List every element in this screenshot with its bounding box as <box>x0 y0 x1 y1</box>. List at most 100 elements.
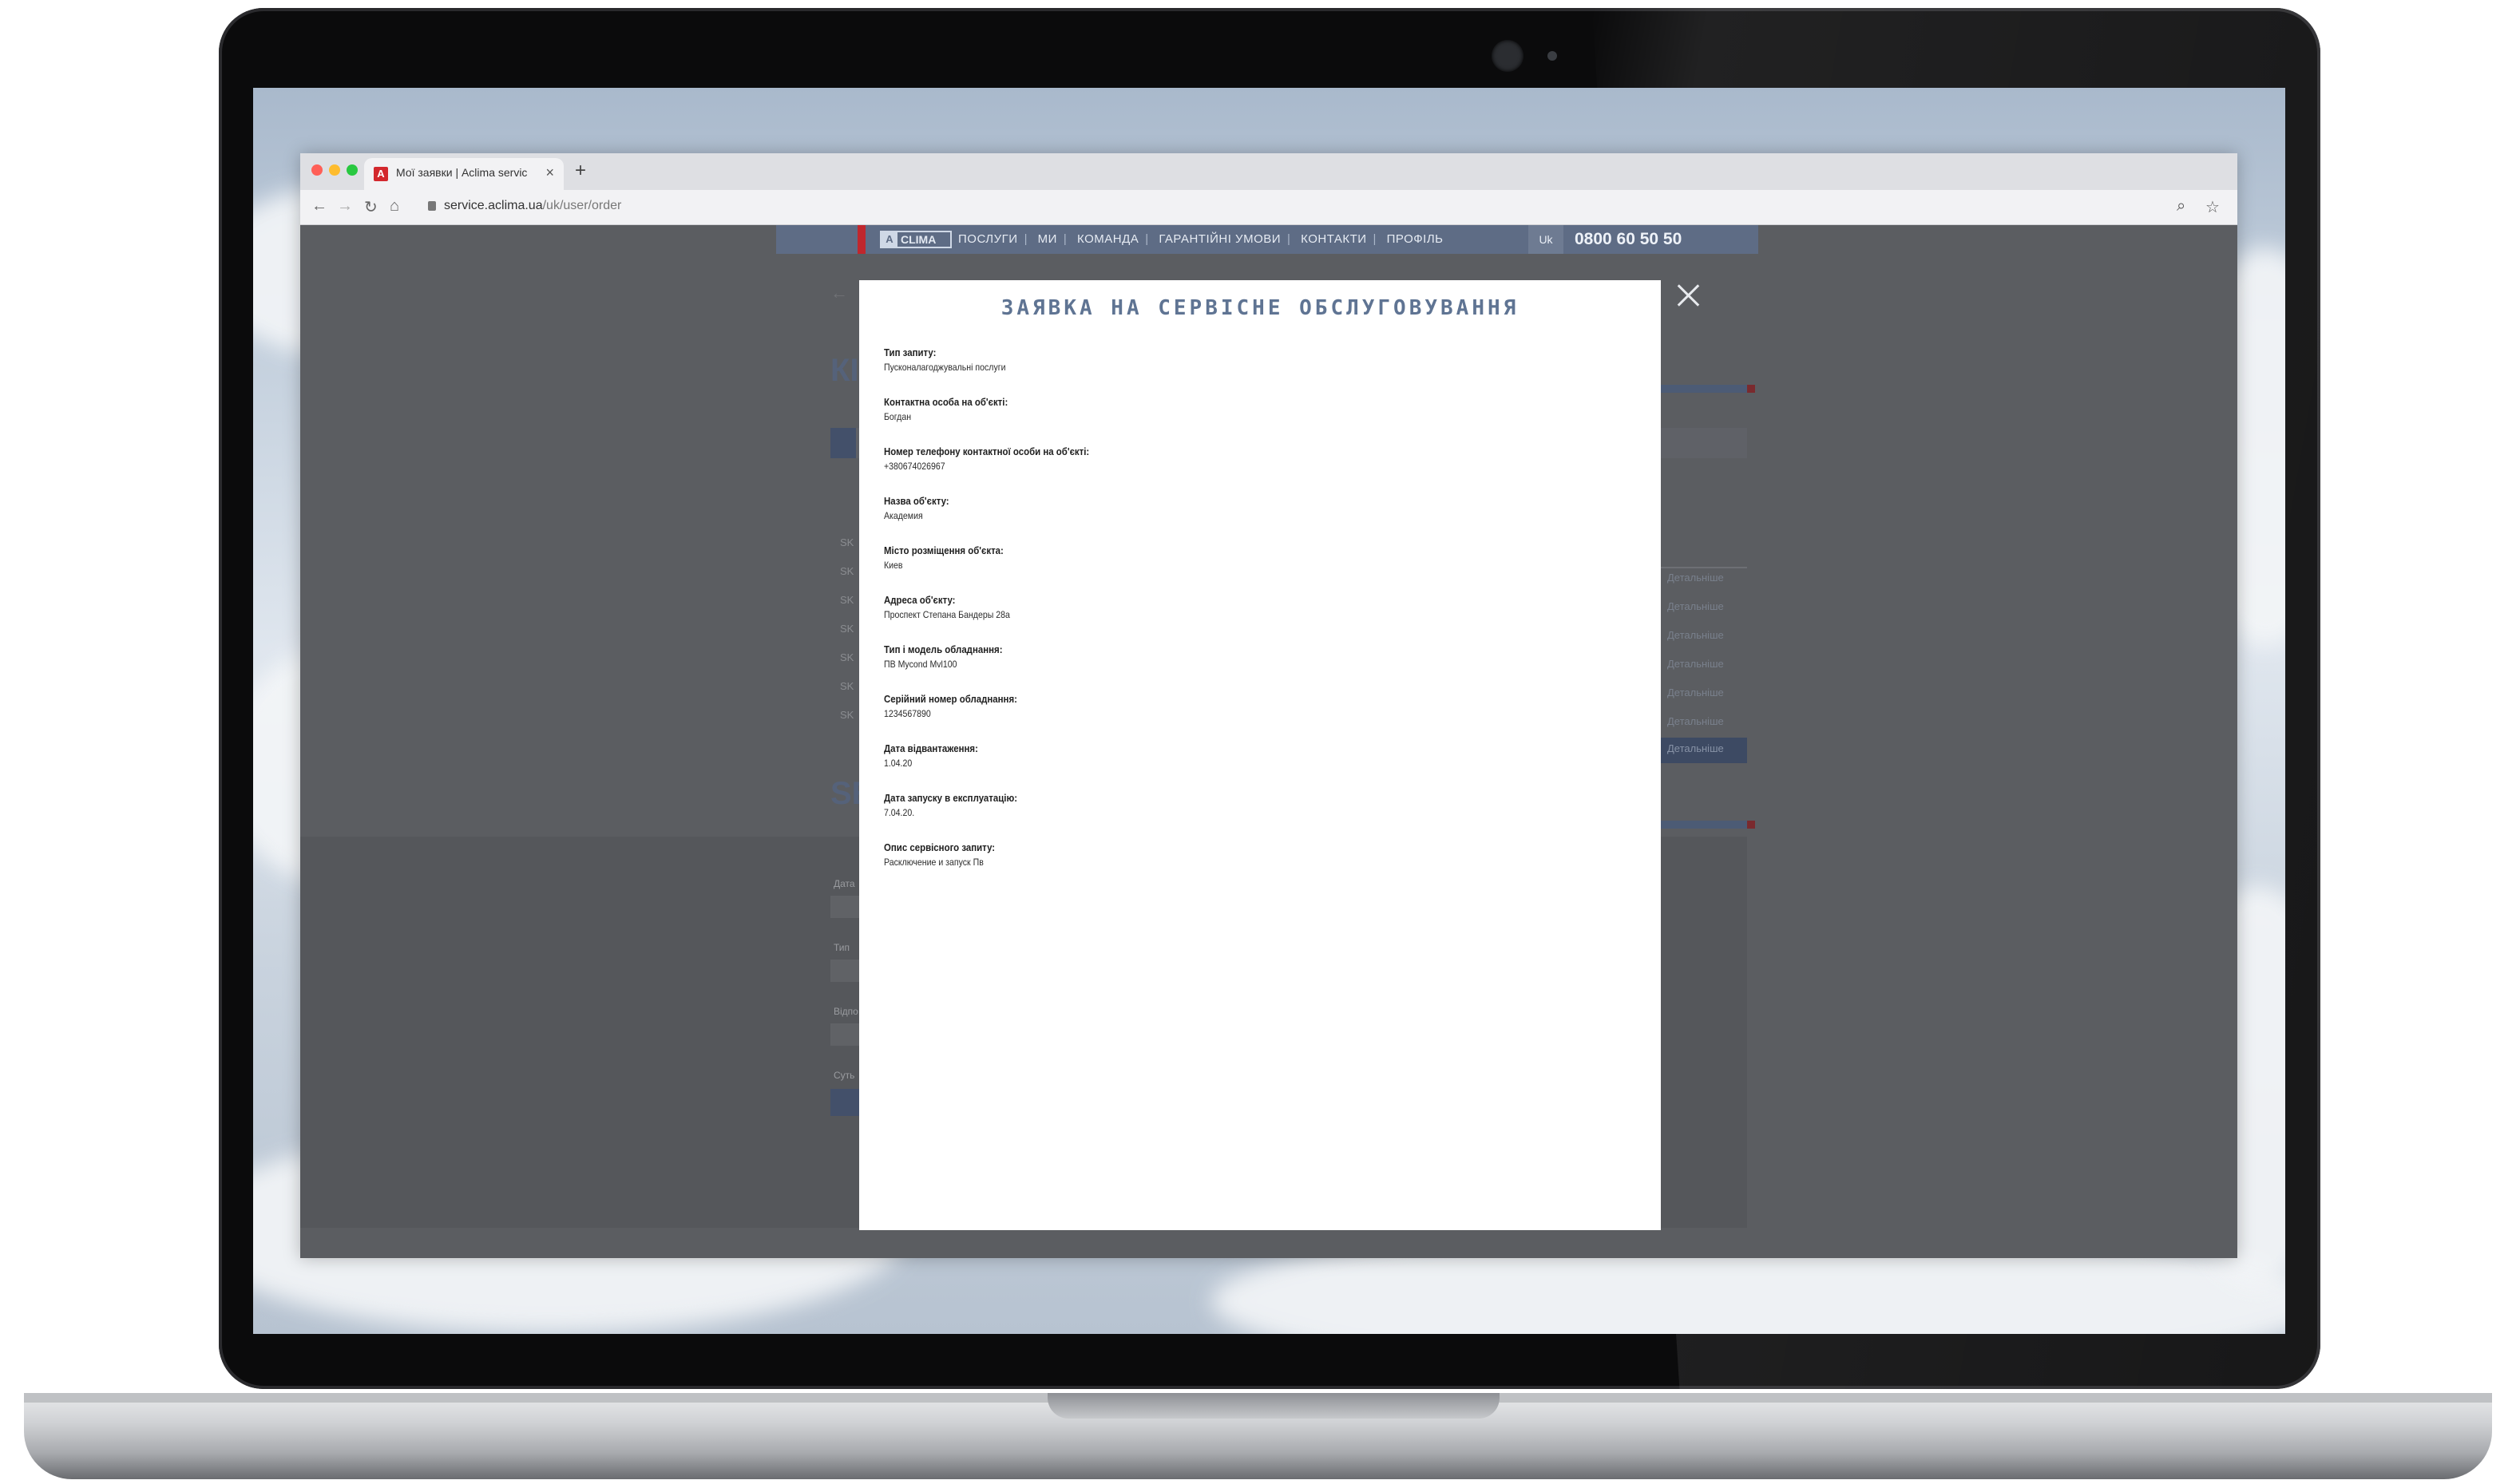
menu-separator: | <box>1145 232 1149 246</box>
details-link-active[interactable]: Детальніше <box>1661 738 1747 763</box>
field-value: Киев <box>884 560 903 571</box>
modal-title: ЗАЯВКА НА СЕРВІСНЕ ОБСЛУГОВУВАННЯ <box>1000 296 1520 320</box>
menu-separator: | <box>1287 232 1291 246</box>
details-link[interactable]: Детальніше <box>1667 687 1724 698</box>
field-value: Академия <box>884 510 923 521</box>
tab-bar: A Мої заявки | Aclima servic × + <box>300 153 2237 190</box>
home-icon[interactable]: ⌂ <box>390 197 399 216</box>
details-link[interactable]: Детальніше <box>1667 658 1724 670</box>
filter-button[interactable] <box>830 428 856 458</box>
field-label: Опис сервісного запиту: <box>884 841 996 853</box>
submit-button[interactable] <box>830 1089 859 1116</box>
service-request-modal: ЗАЯВКА НА СЕРВІСНЕ ОБСЛУГОВУВАННЯ Тип за… <box>859 280 1661 1230</box>
field-shipment-date: Дата відвантаження: 1.04.20 <box>884 742 1603 791</box>
heading-accent <box>1747 821 1755 829</box>
menu-item-we[interactable]: МИ <box>1038 232 1057 246</box>
field-request-type: Тип запиту: Пусконалагоджувальні послуги <box>884 346 1603 395</box>
menu-item-profile[interactable]: ПРОФІЛЬ <box>1387 232 1444 246</box>
lock-icon <box>428 201 436 211</box>
details-link[interactable]: Детальніше <box>1667 572 1724 584</box>
field-value: 1234567890 <box>884 708 931 719</box>
new-tab-icon[interactable]: + <box>575 160 586 182</box>
close-tab-icon[interactable]: × <box>545 164 554 181</box>
menu-separator: | <box>1024 232 1028 246</box>
date-field[interactable] <box>830 896 859 918</box>
details-link[interactable]: Детальніше <box>1667 600 1724 612</box>
language-switch[interactable]: Uk <box>1528 225 1563 254</box>
field-value: Пусконалагоджувальні послуги <box>884 362 1006 373</box>
reload-icon[interactable]: ↻ <box>364 197 378 217</box>
field-object-name: Назва об'єкту: Академия <box>884 494 1603 544</box>
minimize-window-icon[interactable] <box>329 164 340 176</box>
table-row[interactable]: SK <box>840 536 854 548</box>
field-value: Расключение и запуск Пв <box>884 857 984 868</box>
heading-underline <box>1658 385 1747 393</box>
field-serial-number: Серійний номер обладнання: 1234567890 <box>884 692 1603 742</box>
menu-item-services[interactable]: ПОСЛУГИ <box>958 232 1018 246</box>
camera-led <box>1547 51 1557 61</box>
field-label: Тип запиту: <box>884 346 937 358</box>
address-bar: ← → ↻ ⌂ service.aclima.ua/uk/user/order … <box>300 190 2237 225</box>
form-label: Тип <box>834 942 850 953</box>
logo-text: CLIMA <box>901 233 937 246</box>
page-viewport: A CLIMA ПОСЛУГИ | МИ | КОМАНДА | ГАРАНТІЙНІ… <box>300 225 2237 1258</box>
responsible-field[interactable] <box>830 1023 859 1046</box>
table-row[interactable]: SK <box>840 594 854 606</box>
field-value: Проспект Степана Бандеры 28а <box>884 609 1010 620</box>
field-label: Дата відвантаження: <box>884 742 978 754</box>
menu-separator: | <box>1063 232 1068 246</box>
field-contact-phone: Номер телефону контактної особи на об'єк… <box>884 445 1603 494</box>
table-row[interactable]: SK <box>840 709 854 721</box>
form-label: Дата <box>834 878 855 889</box>
field-label: Серійний номер обладнання: <box>884 693 1017 705</box>
close-icon[interactable] <box>1676 283 1702 308</box>
site-logo[interactable]: A CLIMA <box>880 231 952 248</box>
back-arrow-icon[interactable]: ← <box>830 283 848 303</box>
browser-tab[interactable]: A Мої заявки | Aclima servic × <box>364 158 564 190</box>
form-label: Відпо <box>834 1006 858 1017</box>
menu-separator: | <box>1373 232 1377 246</box>
details-link[interactable]: Детальніше <box>1667 629 1724 641</box>
forward-arrow-icon[interactable]: → <box>337 197 353 216</box>
bookmark-star-icon[interactable]: ☆ <box>2205 197 2220 217</box>
field-value: 7.04.20. <box>884 807 915 818</box>
type-select[interactable] <box>830 960 859 982</box>
menu-item-warranty[interactable]: ГАРАНТІЙНІ УМОВИ <box>1159 232 1281 246</box>
browser-window: A Мої заявки | Aclima servic × + ← → ↻ ⌂… <box>300 153 2237 1258</box>
phone-number[interactable]: 0800 60 50 50 <box>1575 230 1682 249</box>
table-row[interactable]: SK <box>840 565 854 577</box>
field-value: Богдан <box>884 411 912 422</box>
field-object-address: Адреса об'єкту: Проспект Степана Бандеры… <box>884 593 1603 643</box>
table-header-line <box>1661 567 1747 568</box>
request-details: Тип запиту: Пусконалагоджувальні послуги… <box>884 346 1603 890</box>
field-label: Місто розміщення об'єкта: <box>884 544 1004 556</box>
menu-item-contacts[interactable]: КОНТАКТИ <box>1301 232 1366 246</box>
laptop-mockup: A Мої заявки | Aclima servic × + ← → ↻ ⌂… <box>0 0 2516 1484</box>
back-arrow-icon[interactable]: ← <box>311 197 327 216</box>
site-header: A CLIMA ПОСЛУГИ | МИ | КОМАНДА | ГАРАНТІЙНІ… <box>776 225 1758 254</box>
field-value: ПВ Mycond Mvl100 <box>884 659 957 670</box>
url-path: /uk/user/order <box>542 199 622 212</box>
field-label: Дата запуску в експлуатацію: <box>884 792 1018 804</box>
close-window-icon[interactable] <box>311 164 323 176</box>
field-label: Адреса об'єкту: <box>884 594 956 606</box>
url-host: service.aclima.ua <box>444 199 543 212</box>
webcam-icon <box>1492 40 1523 72</box>
table-row[interactable]: SK <box>840 623 854 635</box>
laptop-notch <box>1048 1393 1500 1419</box>
details-link[interactable]: Детальніше <box>1667 715 1724 727</box>
menu-item-team[interactable]: КОМАНДА <box>1077 232 1139 246</box>
zoom-icon[interactable]: ⌕ <box>2177 197 2185 216</box>
table-row[interactable]: SK <box>840 651 854 663</box>
maximize-window-icon[interactable] <box>347 164 358 176</box>
heading-underline <box>1658 821 1747 829</box>
heading-accent <box>1747 385 1755 393</box>
url-field[interactable]: service.aclima.ua/uk/user/order <box>444 199 621 213</box>
field-equipment-model: Тип і модель обладнання: ПВ Mycond Mvl10… <box>884 643 1603 692</box>
field-label: Номер телефону контактної особи на об'єк… <box>884 445 1090 457</box>
table-row[interactable]: SK <box>840 680 854 692</box>
logo-mark: A <box>882 232 897 247</box>
field-value: 1.04.20 <box>884 758 913 769</box>
field-commissioning-date: Дата запуску в експлуатацію: 7.04.20. <box>884 791 1603 841</box>
field-label: Контактна особа на об'єкті: <box>884 396 1008 408</box>
